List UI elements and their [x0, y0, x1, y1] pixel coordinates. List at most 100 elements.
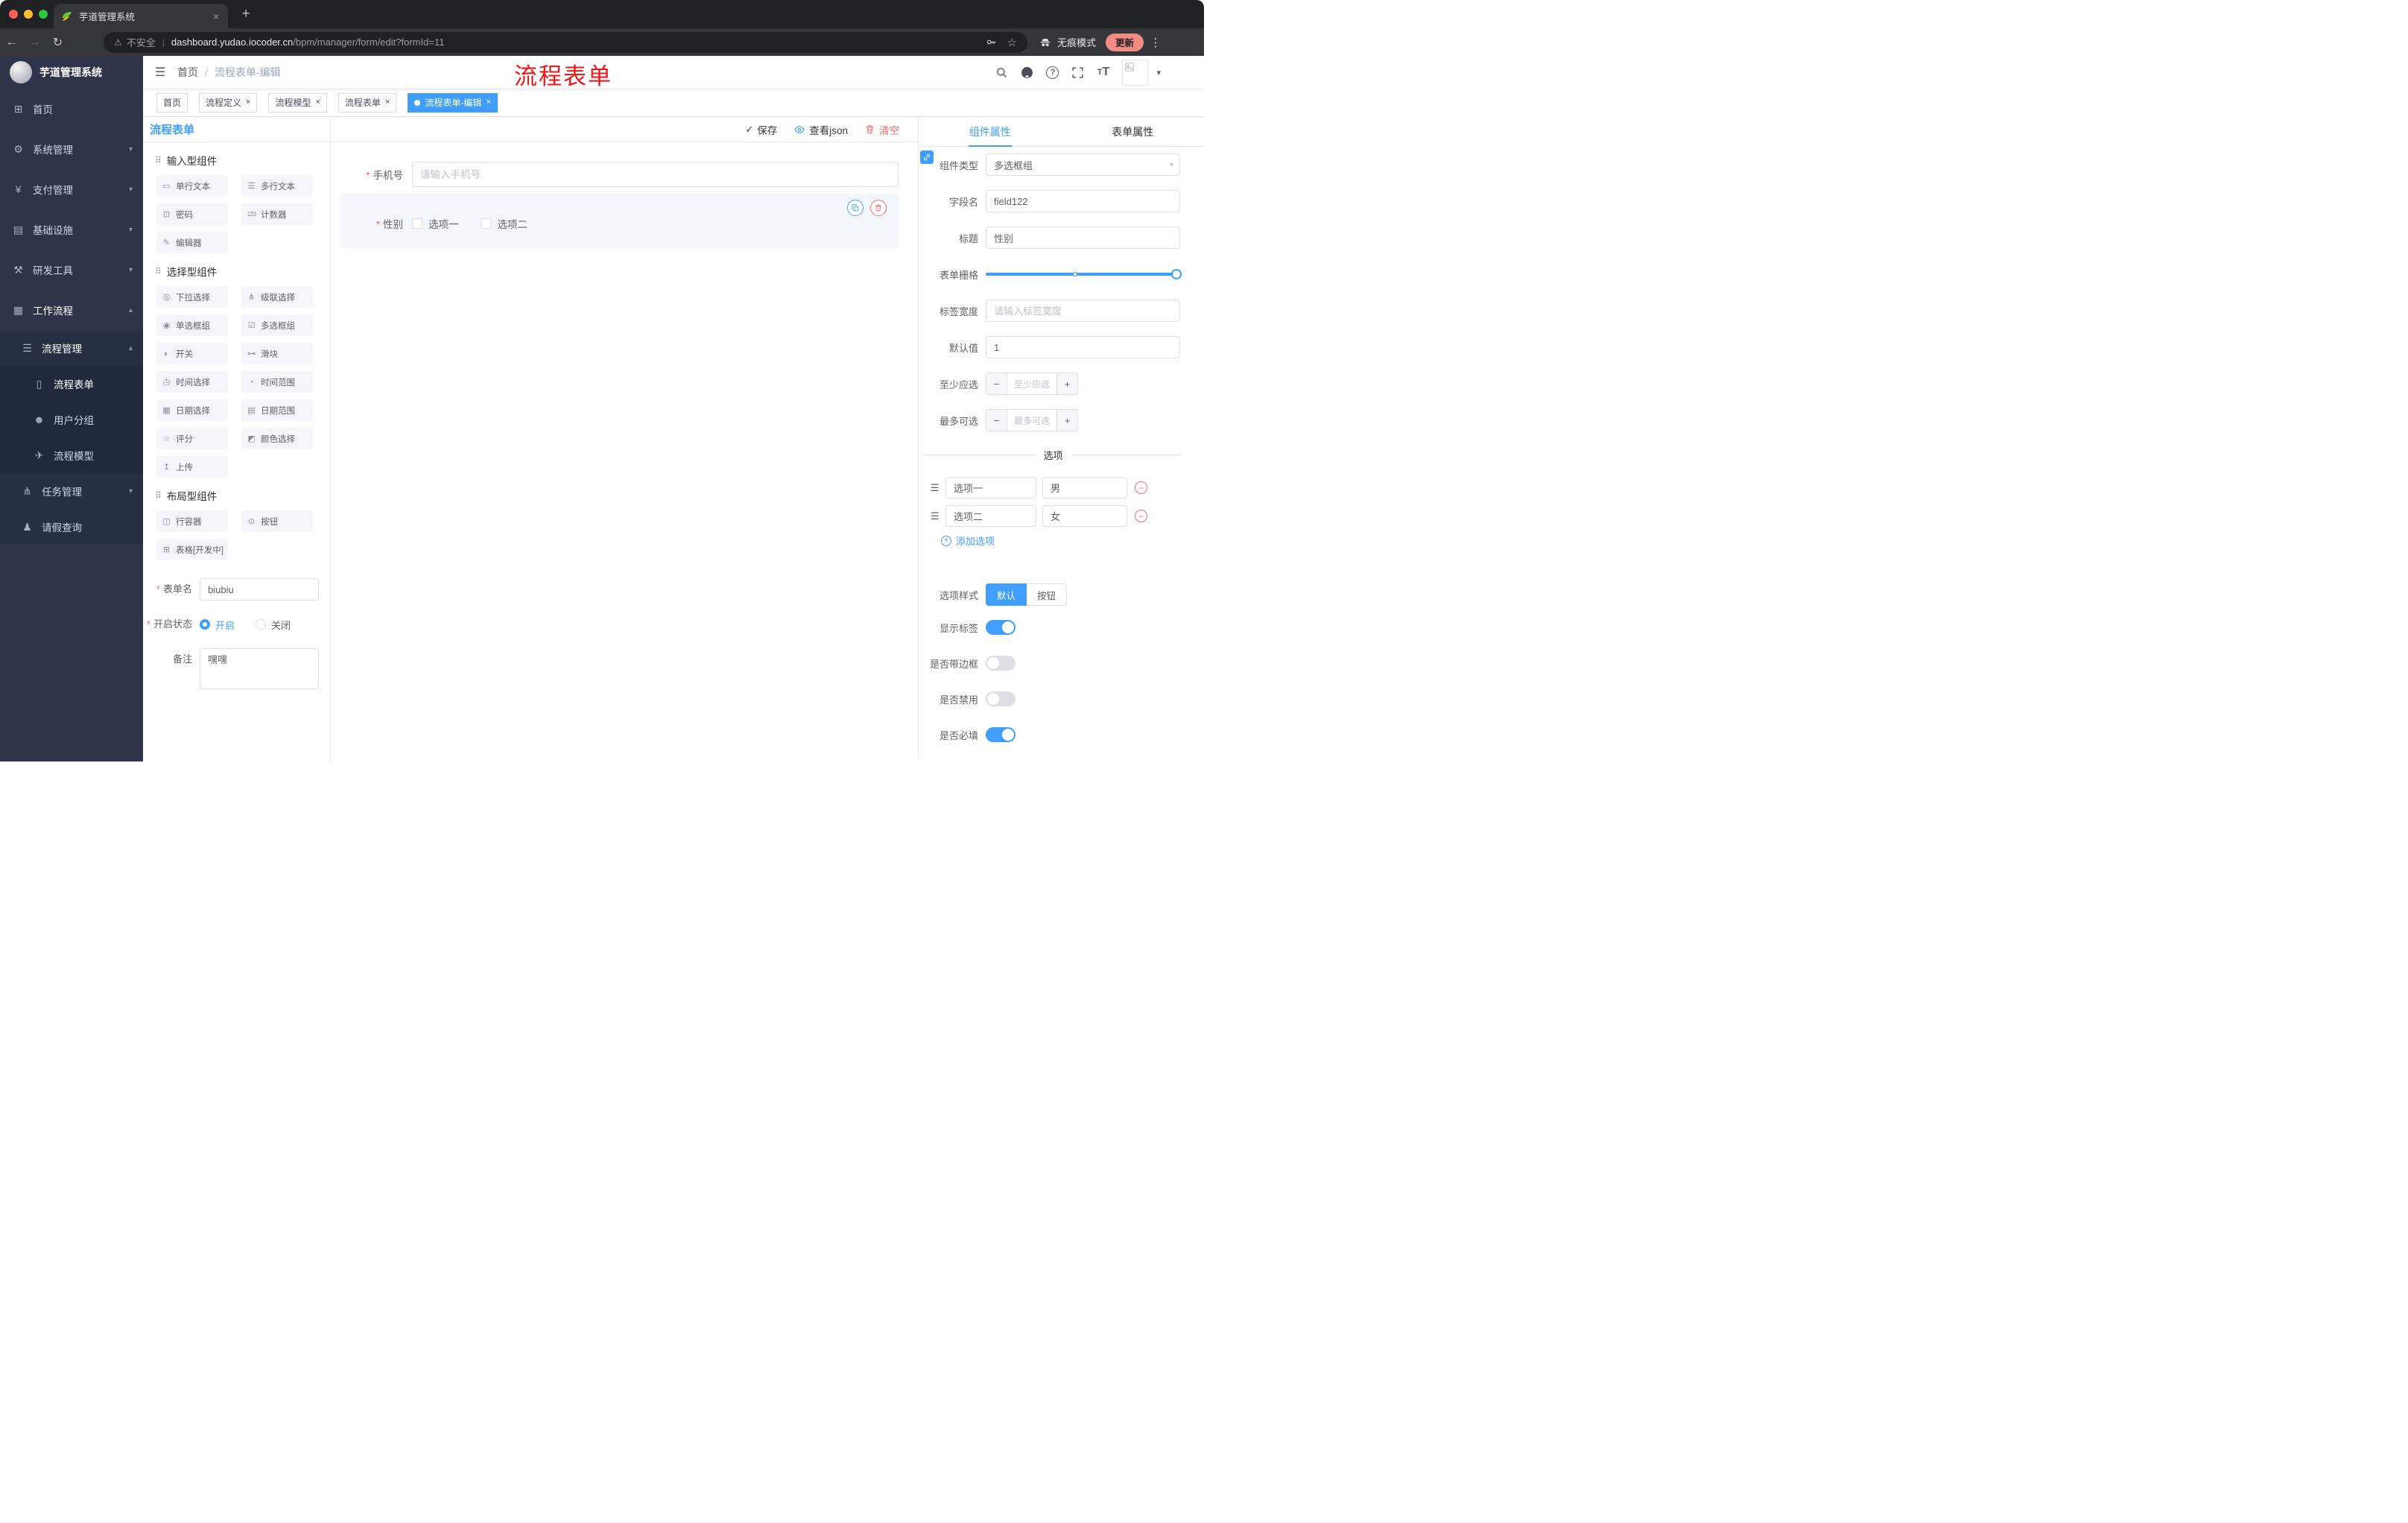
tag-process-form[interactable]: 流程表单 ×: [338, 92, 397, 113]
palette-item-checkbox-group[interactable]: ☑ 多选框组: [241, 314, 313, 336]
reload-button[interactable]: ↻: [46, 35, 69, 50]
option-label-input[interactable]: [945, 477, 1036, 498]
font-size-icon[interactable]: TT: [1094, 63, 1112, 82]
sidebar-item-task-mgmt[interactable]: ⋔ 任务管理 ▾: [0, 473, 143, 509]
tag-process-form-edit[interactable]: 流程表单-编辑 ×: [408, 92, 498, 113]
palette-item-time[interactable]: ◷ 时间选择: [156, 371, 228, 393]
palette-item-switch[interactable]: ◐ 开关: [156, 343, 228, 364]
decrease-button[interactable]: −: [986, 410, 1007, 431]
breadcrumb-home[interactable]: 首页: [177, 65, 198, 80]
required-toggle[interactable]: [986, 727, 1016, 742]
tag-close-icon[interactable]: ×: [385, 98, 390, 107]
phone-input[interactable]: [412, 162, 899, 187]
palette-item-date-range[interactable]: ▤ 日期范围: [241, 399, 313, 421]
window-zoom-button[interactable]: [39, 10, 48, 19]
show-label-toggle[interactable]: [986, 620, 1016, 635]
sidebar-item-infra[interactable]: ▤ 基础设施 ▾: [0, 209, 143, 250]
tag-close-icon[interactable]: ×: [246, 98, 250, 107]
grid-slider[interactable]: [986, 269, 1182, 279]
chrome-update-button[interactable]: 更新: [1106, 33, 1144, 51]
palette-item-rate[interactable]: ☆ 评分: [156, 428, 228, 449]
link-icon[interactable]: [920, 151, 934, 164]
sidebar-item-process-model[interactable]: ✈ 流程模型: [0, 437, 143, 473]
style-button-button[interactable]: 按钮: [1027, 583, 1068, 606]
sidebar-item-devtools[interactable]: ⚒ 研发工具 ▾: [0, 250, 143, 290]
palette-item-color-picker[interactable]: ◩ 颜色选择: [241, 428, 313, 449]
window-minimize-button[interactable]: [24, 10, 33, 19]
sidebar-fold-icon[interactable]: ☰: [143, 65, 177, 80]
tab-form-props[interactable]: 表单属性: [1062, 117, 1205, 146]
bookmark-star-icon[interactable]: ☆: [1007, 36, 1017, 49]
remove-option-icon[interactable]: −: [1135, 481, 1147, 494]
style-default-button[interactable]: 默认: [986, 583, 1027, 606]
phone-form-item[interactable]: 手机号: [340, 162, 899, 187]
add-option-button[interactable]: + 添加选项: [941, 533, 1204, 548]
palette-item-cascader[interactable]: ⋔ 级联选择: [241, 286, 313, 308]
password-key-icon[interactable]: [985, 36, 998, 48]
tag-home[interactable]: 首页: [156, 92, 188, 113]
slider-handle[interactable]: [1171, 269, 1182, 279]
search-icon[interactable]: [992, 63, 1011, 82]
tab-close-icon[interactable]: ×: [212, 10, 221, 22]
fullscreen-icon[interactable]: [1068, 63, 1087, 82]
border-toggle[interactable]: [986, 656, 1016, 671]
palette-item-multi-text[interactable]: ☰ 多行文本: [241, 175, 313, 197]
sidebar-item-payment[interactable]: ¥ 支付管理 ▾: [0, 169, 143, 209]
remove-option-icon[interactable]: −: [1135, 510, 1147, 522]
tag-close-icon[interactable]: ×: [315, 98, 320, 107]
status-off-radio[interactable]: 关闭: [256, 618, 291, 632]
palette-item-single-text[interactable]: ▭ 单行文本: [156, 175, 228, 197]
browser-tab[interactable]: 芋道管理系统 ×: [54, 4, 228, 28]
decrease-button[interactable]: −: [986, 373, 1007, 394]
option-value-input[interactable]: [1042, 505, 1127, 527]
min-select-value[interactable]: 至少应选: [1007, 373, 1056, 394]
delete-component-button[interactable]: [870, 200, 887, 216]
tab-component-props[interactable]: 组件属性: [919, 117, 1062, 146]
palette-item-password[interactable]: ⊡ 密码: [156, 203, 228, 225]
tag-close-icon[interactable]: ×: [486, 98, 490, 107]
status-on-radio[interactable]: 开启: [200, 618, 235, 632]
palette-item-table[interactable]: ⊞ 表格[开发中]: [156, 539, 228, 560]
github-icon[interactable]: [1018, 63, 1036, 82]
new-tab-button[interactable]: +: [235, 4, 256, 24]
address-bar[interactable]: ⚠ 不安全 | dashboard.yudao.iocoder.cn /bpm/…: [104, 31, 1027, 53]
gender-option1-checkbox[interactable]: 选项一: [412, 216, 459, 231]
copy-component-button[interactable]: [847, 200, 864, 216]
form-name-input[interactable]: [200, 578, 319, 601]
title-input[interactable]: [986, 227, 1180, 249]
palette-item-counter[interactable]: 123 计数器: [241, 203, 313, 225]
palette-item-editor[interactable]: ✎ 编辑器: [156, 232, 228, 253]
sidebar-item-home[interactable]: ⊞ 首页: [0, 89, 143, 129]
palette-item-slider[interactable]: ⊶ 滑块: [241, 343, 313, 364]
increase-button[interactable]: +: [1056, 410, 1077, 431]
sidebar-item-process-mgmt[interactable]: ☰ 流程管理 ▴: [0, 330, 143, 366]
palette-item-row-container[interactable]: ◫ 行容器: [156, 510, 228, 532]
palette-item-upload[interactable]: ↥ 上传: [156, 456, 228, 478]
tag-process-definition[interactable]: 流程定义 ×: [199, 92, 258, 113]
option-label-input[interactable]: [945, 505, 1036, 527]
field-name-input[interactable]: [986, 190, 1180, 212]
window-close-button[interactable]: [9, 10, 18, 19]
palette-item-select[interactable]: ◎ 下拉选择: [156, 286, 228, 308]
drag-handle-icon[interactable]: ☰: [931, 482, 945, 494]
sidebar-item-user-group[interactable]: ☻ 用户分组: [0, 402, 143, 437]
save-button[interactable]: ✓ 保存: [745, 122, 777, 137]
back-button[interactable]: ←: [0, 36, 23, 49]
sidebar-item-process-form[interactable]: ▯ 流程表单: [0, 366, 143, 402]
label-width-input[interactable]: [986, 300, 1180, 322]
palette-item-button[interactable]: ⊙ 按钮: [241, 510, 313, 532]
component-type-select[interactable]: 多选框组 ▾: [986, 153, 1180, 176]
palette-item-date[interactable]: ▦ 日期选择: [156, 399, 228, 421]
max-select-value[interactable]: 最多可选: [1007, 410, 1056, 431]
browser-menu-icon[interactable]: ⋮: [1148, 36, 1163, 49]
avatar-caret-icon[interactable]: ▾: [1156, 68, 1161, 77]
view-json-button[interactable]: 查看json: [793, 122, 848, 137]
tag-process-model[interactable]: 流程模型 ×: [268, 92, 327, 113]
help-icon[interactable]: ?: [1043, 63, 1062, 82]
sidebar-item-leave-query[interactable]: ♟ 请假查询: [0, 509, 143, 545]
drawing-board[interactable]: 手机号: [331, 142, 918, 762]
drag-handle-icon[interactable]: ☰: [931, 510, 945, 522]
clear-button[interactable]: 清空: [864, 122, 899, 137]
sidebar-item-system[interactable]: ⚙ 系统管理 ▾: [0, 129, 143, 169]
disabled-toggle[interactable]: [986, 691, 1016, 706]
